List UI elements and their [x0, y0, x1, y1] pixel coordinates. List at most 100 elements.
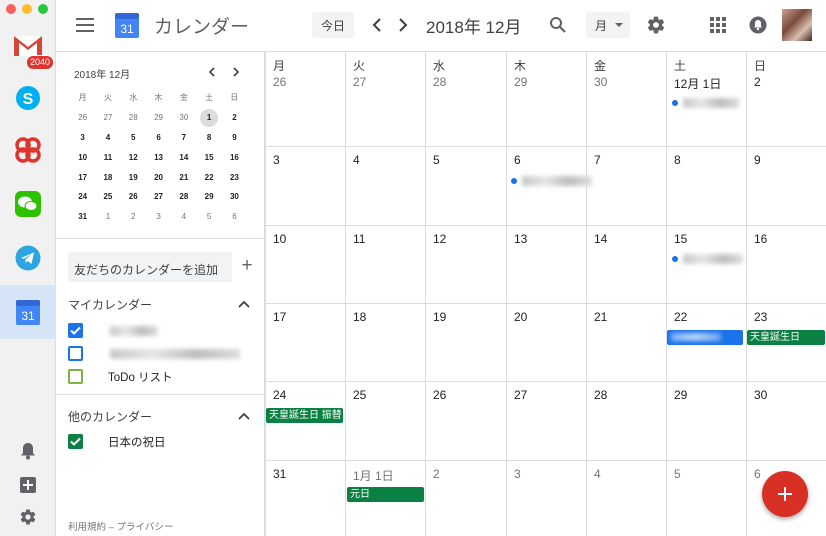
google-apps-button[interactable] [706, 13, 730, 37]
mini-calendar-day[interactable]: 26 [70, 108, 95, 128]
redacted-event-chip[interactable] [667, 330, 743, 345]
mini-calendar-day[interactable]: 13 [146, 147, 171, 167]
event-chip[interactable]: 天皇誕生日 [747, 330, 825, 345]
mini-calendar-day[interactable]: 17 [70, 167, 95, 187]
redacted-event[interactable] [683, 254, 743, 264]
mini-calendar-day[interactable]: 23 [222, 167, 247, 187]
next-month-button[interactable] [392, 13, 414, 37]
mini-calendar-day[interactable]: 29 [146, 108, 171, 128]
mini-calendar-day[interactable]: 2 [121, 207, 146, 227]
day-number[interactable]: 7 [594, 153, 601, 167]
mini-calendar-day[interactable]: 31 [70, 207, 95, 227]
view-selector[interactable]: 月 [586, 12, 630, 38]
calendar-item-japan-holidays[interactable]: 日本の祝日 [68, 433, 258, 451]
day-number[interactable]: 29 [514, 75, 527, 89]
mini-calendar-day[interactable]: 4 [95, 128, 120, 148]
dock-notifications-button[interactable] [17, 440, 39, 462]
day-number[interactable]: 20 [514, 310, 527, 324]
terms-privacy-links[interactable]: 利用規約 – プライバシー [68, 519, 173, 533]
mini-calendar-day[interactable]: 3 [70, 128, 95, 148]
mini-calendar-day[interactable]: 27 [95, 108, 120, 128]
other-calendars-heading[interactable]: 他のカレンダー [68, 408, 152, 425]
day-number[interactable]: 25 [353, 388, 366, 402]
day-number[interactable]: 13 [514, 232, 527, 246]
calendar-checkbox[interactable] [68, 369, 83, 384]
day-number[interactable]: 8 [674, 153, 681, 167]
calendar-checkbox[interactable] [68, 346, 83, 361]
dock-app-skype[interactable]: S [8, 78, 48, 118]
mini-calendar-day[interactable]: 28 [171, 187, 196, 207]
day-number[interactable]: 28 [594, 388, 607, 402]
my-calendars-collapse-button[interactable] [236, 296, 252, 312]
day-number[interactable]: 3 [514, 467, 521, 481]
mini-calendar-day[interactable]: 2 [222, 108, 247, 128]
day-number[interactable]: 4 [353, 153, 360, 167]
today-button[interactable]: 今日 [312, 12, 354, 38]
mini-calendar-day[interactable]: 8 [196, 128, 221, 148]
mini-calendar-day[interactable]: 4 [171, 207, 196, 227]
mini-calendar-day[interactable]: 15 [196, 147, 221, 167]
mini-calendar-day[interactable]: 25 [95, 187, 120, 207]
mini-calendar-day[interactable]: 27 [146, 187, 171, 207]
mini-calendar-day[interactable]: 6 [222, 207, 247, 227]
my-calendars-heading[interactable]: マイカレンダー [68, 296, 152, 313]
day-number[interactable]: 6 [754, 467, 761, 481]
day-number[interactable]: 10 [273, 232, 286, 246]
other-calendars-collapse-button[interactable] [236, 408, 252, 424]
account-avatar[interactable] [782, 9, 812, 41]
mini-calendar-day[interactable]: 26 [121, 187, 146, 207]
mini-calendar-day[interactable]: 16 [222, 147, 247, 167]
dock-app-telegram[interactable] [8, 238, 48, 278]
day-number[interactable]: 29 [674, 388, 687, 402]
day-number[interactable]: 22 [674, 310, 687, 324]
day-number[interactable]: 31 [273, 467, 286, 481]
mini-calendar-day[interactable]: 5 [196, 207, 221, 227]
redacted-event[interactable] [683, 98, 739, 108]
redacted-event[interactable] [522, 176, 592, 186]
day-number[interactable]: 26 [433, 388, 446, 402]
day-number[interactable]: 14 [594, 232, 607, 246]
mini-calendar-day[interactable]: 20 [146, 167, 171, 187]
day-number[interactable]: 19 [433, 310, 446, 324]
mini-calendar-next-button[interactable] [228, 64, 244, 80]
mini-calendar-day[interactable]: 12 [121, 147, 146, 167]
day-cell[interactable] [746, 52, 826, 146]
calendar-item-secondary[interactable] [68, 345, 258, 363]
mini-calendar-day[interactable]: 29 [196, 187, 221, 207]
day-number[interactable]: 12月 1日 [674, 75, 721, 92]
day-number[interactable]: 2 [754, 75, 761, 89]
day-number[interactable]: 23 [754, 310, 767, 324]
day-number[interactable]: 24 [273, 388, 286, 402]
settings-button[interactable] [644, 13, 668, 37]
day-number[interactable]: 11 [353, 232, 365, 246]
dock-app-calendar[interactable]: 31 [0, 285, 56, 339]
mini-calendar-prev-button[interactable] [204, 64, 220, 80]
mini-calendar-day[interactable]: 21 [171, 167, 196, 187]
day-number[interactable]: 27 [353, 75, 366, 89]
mini-calendar-day[interactable]: 5 [121, 128, 146, 148]
minimize-window-button[interactable] [22, 4, 32, 14]
day-number[interactable]: 16 [754, 232, 767, 246]
mini-calendar-day[interactable]: 19 [121, 167, 146, 187]
day-number[interactable]: 3 [273, 153, 280, 167]
notifications-button[interactable] [746, 13, 770, 37]
dock-app-wechat[interactable] [8, 184, 48, 224]
day-number[interactable]: 28 [433, 75, 446, 89]
calendar-item-personal[interactable] [68, 322, 258, 340]
mini-calendar-day[interactable]: 22 [196, 167, 221, 187]
mini-calendar-day[interactable]: 10 [70, 147, 95, 167]
day-number[interactable]: 5 [674, 467, 681, 481]
day-cell[interactable] [265, 52, 345, 146]
mini-calendar-day[interactable]: 7 [171, 128, 196, 148]
day-number[interactable]: 9 [754, 153, 761, 167]
dock-settings-button[interactable] [17, 506, 39, 528]
day-number[interactable]: 15 [674, 232, 687, 246]
mini-calendar-day[interactable]: 18 [95, 167, 120, 187]
day-number[interactable]: 1月 1日 [353, 467, 394, 484]
zoom-window-button[interactable] [38, 4, 48, 14]
mini-calendar-day[interactable]: 14 [171, 147, 196, 167]
add-friend-calendar-input[interactable]: 友だちのカレンダーを追加 [68, 252, 232, 282]
day-cell[interactable] [586, 52, 666, 146]
day-number[interactable]: 6 [514, 153, 521, 167]
day-number[interactable]: 17 [273, 310, 286, 324]
